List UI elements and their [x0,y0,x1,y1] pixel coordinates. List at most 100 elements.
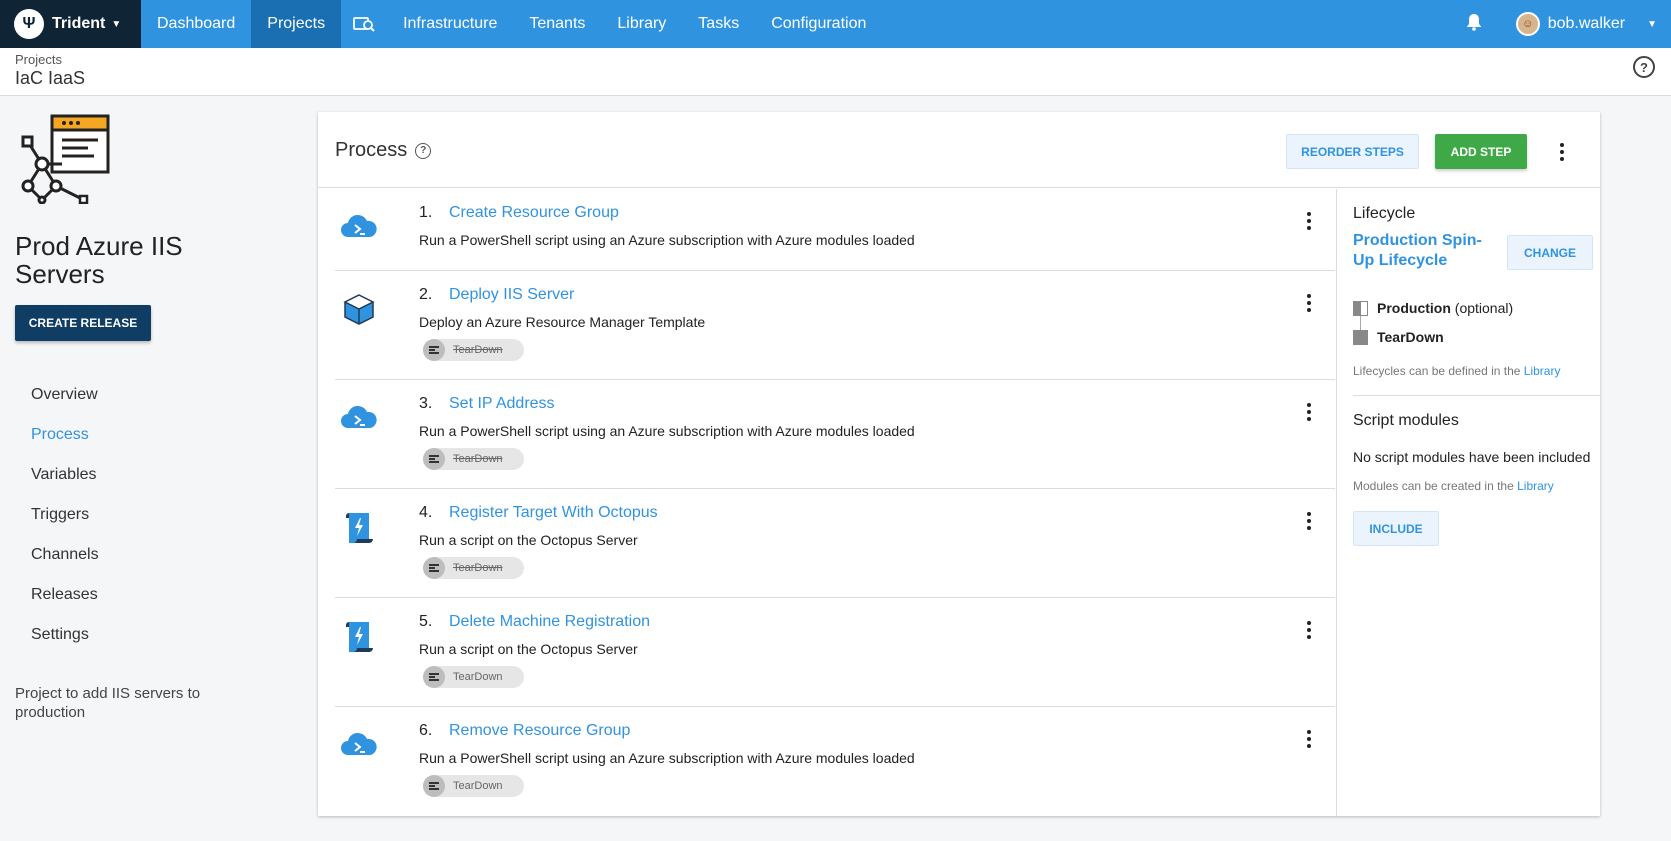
script-modules-empty-text: No script modules have been included [1353,449,1591,465]
script-scroll-icon [346,513,373,543]
chevron-down-icon: ▼ [1647,18,1657,30]
sidebar-item-variables[interactable]: Variables [31,455,99,495]
step-list: 1. Create Resource Group Run a PowerShel… [335,189,1335,816]
environment-icon [423,339,445,361]
nav-configuration[interactable]: Configuration [755,0,882,48]
search-icon[interactable] [341,0,387,48]
phase-suffix: (optional) [1454,300,1514,316]
script-scroll-icon [346,622,373,652]
sidebar-item-process[interactable]: Process [31,415,99,455]
lifecycle-link[interactable]: Production Spin-Up Lifecycle [1353,231,1503,271]
environment-chip[interactable]: TearDown [423,339,524,361]
nav-library[interactable]: Library [601,0,682,48]
project-logo-icon [21,114,110,204]
environment-chip[interactable]: TearDown [423,448,524,470]
nav-projects[interactable]: Projects [251,0,342,48]
process-title-text: Process [335,139,408,161]
environment-icon [423,448,445,470]
process-title: Process ? [335,139,432,162]
step-name-link[interactable]: Remove Resource Group [449,722,630,740]
divider [1353,395,1601,396]
environment-chip-label: TearDown [453,453,503,465]
step-overflow-menu-icon[interactable] [1299,509,1319,533]
change-lifecycle-button[interactable]: CHANGE [1507,235,1593,270]
nav-right: ☺ bob.walker ▼ [1466,0,1671,48]
include-script-module-button[interactable]: INCLUDE [1353,511,1439,546]
step-overflow-menu-icon[interactable] [1299,727,1319,751]
create-release-button[interactable]: CREATE RELEASE [15,305,151,341]
step-number: 5. [419,613,433,630]
script-modules-note: Modules can be created in the Library [1353,479,1554,493]
step-row[interactable]: 6. Remove Resource Group Run a PowerShel… [335,707,1335,816]
step-row[interactable]: 2. Deploy IIS Server Deploy an Azure Res… [335,271,1335,380]
library-link[interactable]: Library [1517,479,1554,493]
step-overflow-menu-icon[interactable] [1299,209,1319,233]
environment-chip[interactable]: TearDown [423,775,524,797]
add-step-button[interactable]: ADD STEP [1435,134,1527,169]
nav-tenants[interactable]: Tenants [513,0,601,48]
environment-chip-label: TearDown [453,780,503,792]
azure-cloud-powershell-icon [341,732,377,755]
help-icon[interactable]: ? [1633,56,1655,78]
step-row[interactable]: 5. Delete Machine Registration Run a scr… [335,598,1335,707]
step-name-link[interactable]: Delete Machine Registration [449,613,650,631]
step-name-link[interactable]: Create Resource Group [449,204,619,222]
avatar: ☺ [1515,12,1540,36]
step-overflow-menu-icon[interactable] [1299,618,1319,642]
step-description: Deploy an Azure Resource Manager Templat… [419,314,706,330]
space-switcher[interactable]: Ψ Trident ▼ [0,0,141,48]
step-overflow-menu-icon[interactable] [1299,400,1319,424]
sidebar-item-releases[interactable]: Releases [31,575,99,615]
step-number: 1. [419,204,433,221]
environment-icon [423,557,445,579]
script-modules-heading: Script modules [1353,412,1459,429]
library-link[interactable]: Library [1524,364,1561,378]
azure-arm-cube-icon [343,294,375,325]
nav-infrastructure[interactable]: Infrastructure [387,0,513,48]
environment-chip[interactable]: TearDown [423,666,524,688]
environment-chip-label: TearDown [453,671,503,683]
environment-icon [423,775,445,797]
overflow-menu-icon[interactable] [1552,140,1572,164]
space-name: Trident [52,15,106,32]
bell-icon[interactable] [1466,13,1482,36]
project-sidebar: Prod Azure IIS Servers CREATE RELEASE Ov… [0,97,300,841]
step-number: 3. [419,395,433,412]
step-description: Run a PowerShell script using an Azure s… [419,423,915,439]
chevron-down-icon: ▼ [111,18,122,30]
azure-cloud-powershell-icon [341,405,377,428]
process-header: Process ? REORDER STEPS ADD STEP [318,112,1600,188]
process-card: Process ? REORDER STEPS ADD STEP 1. Crea… [318,112,1601,816]
step-row[interactable]: 1. Create Resource Group Run a PowerShel… [335,189,1335,271]
step-description: Run a script on the Octopus Server [419,532,638,548]
lifecycle-phase: Production (optional) [1353,300,1513,316]
sidebar-item-triggers[interactable]: Triggers [31,495,99,535]
step-name-link[interactable]: Register Target With Octopus [449,504,658,522]
phase-name: TearDown [1377,329,1444,345]
lifecycle-note: Lifecycles can be defined in the Library [1353,364,1560,378]
help-icon[interactable]: ? [415,142,432,159]
step-overflow-menu-icon[interactable] [1299,291,1319,315]
reorder-steps-button[interactable]: REORDER STEPS [1286,134,1419,169]
azure-cloud-powershell-icon [341,214,377,237]
step-row[interactable]: 4. Register Target With Octopus Run a sc… [335,489,1335,598]
page-title: IaC IaaS [15,68,86,88]
process-side-panel: Lifecycle Production Spin-Up Lifecycle C… [1336,189,1601,816]
user-menu[interactable]: ☺ bob.walker ▼ [1515,12,1657,36]
step-row[interactable]: 3. Set IP Address Run a PowerShell scrip… [335,380,1335,489]
sidebar-item-settings[interactable]: Settings [31,615,99,655]
breadcrumb-parent[interactable]: Projects [15,52,62,67]
step-description: Run a script on the Octopus Server [419,641,638,657]
nav-tasks[interactable]: Tasks [682,0,755,48]
step-number: 4. [419,504,433,521]
nav-dashboard[interactable]: Dashboard [141,0,251,48]
step-name-link[interactable]: Set IP Address [449,395,555,413]
project-name: Prod Azure IIS Servers [15,231,183,289]
script-modules-note-text: Modules can be created in the [1353,479,1514,493]
environment-chip[interactable]: TearDown [423,557,524,579]
top-navigation: Ψ Trident ▼ Dashboard Projects Infrastru… [0,0,1671,48]
sidebar-item-overview[interactable]: Overview [31,375,99,415]
step-name-link[interactable]: Deploy IIS Server [449,286,574,304]
sidebar-item-channels[interactable]: Channels [31,535,99,575]
environment-chip-label: TearDown [453,562,503,574]
